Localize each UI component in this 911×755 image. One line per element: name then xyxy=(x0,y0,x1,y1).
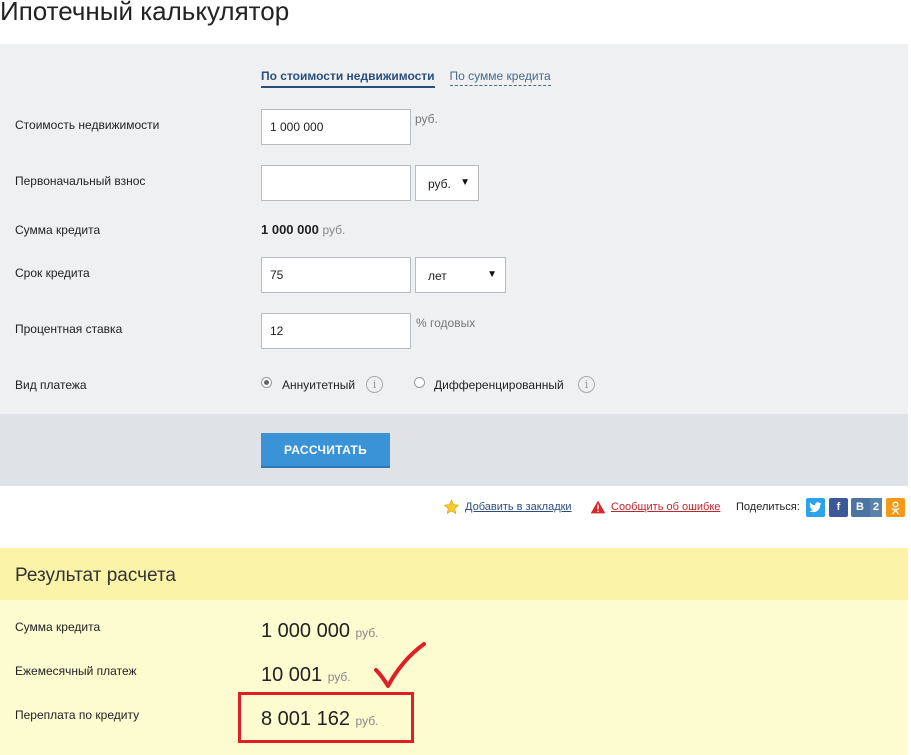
vk-icon[interactable]: B2 xyxy=(851,498,882,517)
property-cost-input[interactable] xyxy=(261,109,411,145)
down-payment-unit-value: руб. xyxy=(428,177,451,191)
loan-term-label: Срок кредита xyxy=(15,266,90,280)
annotation-highlight-box xyxy=(238,692,414,743)
loan-sum-label: Сумма кредита xyxy=(15,223,101,237)
loan-sum-display: 1 000 000 руб. xyxy=(261,222,345,237)
result-title: Результат расчета xyxy=(15,565,176,586)
calculator-panel xyxy=(0,44,908,414)
info-icon[interactable]: i xyxy=(366,376,383,393)
report-error-link[interactable]: Сообщить об ошибке xyxy=(611,501,720,513)
result-monthly-payment-label: Ежемесячный платеж xyxy=(15,664,137,678)
result-monthly-payment: 10 001 руб. xyxy=(261,664,351,687)
result-monthly-payment-value: 10 001 xyxy=(261,664,323,686)
dropdown-arrow-icon: ▼ xyxy=(460,177,470,188)
interest-rate-unit: % годовых xyxy=(416,316,476,330)
tab-by-loan-sum[interactable]: По сумме кредита xyxy=(449,69,551,86)
vk-share-count: 2 xyxy=(870,498,882,517)
result-loan-sum-value: 1 000 000 xyxy=(261,620,350,642)
add-bookmark-link[interactable]: Добавить в закладки xyxy=(465,501,572,513)
facebook-icon[interactable]: f xyxy=(829,498,848,517)
info-icon[interactable]: i xyxy=(578,376,595,393)
star-icon xyxy=(443,499,460,515)
interest-rate-label: Процентная ставка xyxy=(15,322,123,336)
loan-term-unit-value: лет xyxy=(428,269,447,283)
loan-sum-value: 1 000 000 xyxy=(261,222,319,237)
loan-sum-unit: руб. xyxy=(322,223,346,237)
tab-by-property-cost[interactable]: По стоимости недвижимости xyxy=(261,69,435,88)
property-cost-unit: руб. xyxy=(415,112,438,126)
loan-term-unit-select[interactable]: лет ▼ xyxy=(415,257,506,293)
page-title: Ипотечный калькулятор xyxy=(0,0,290,26)
calc-mode-tabs: По стоимости недвижимости По сумме кредит… xyxy=(261,69,551,88)
payment-type-label: Вид платежа xyxy=(15,378,87,392)
annuity-label[interactable]: Аннуитетный xyxy=(282,378,355,392)
down-payment-label: Первоначальный взнос xyxy=(15,174,146,188)
result-loan-sum-unit: руб. xyxy=(355,626,379,640)
annuity-radio[interactable] xyxy=(261,377,272,388)
dropdown-arrow-icon: ▼ xyxy=(487,269,497,280)
submit-bar xyxy=(0,414,908,486)
down-payment-unit-select[interactable]: руб. ▼ xyxy=(415,165,479,201)
checkmark-icon xyxy=(374,642,426,688)
result-monthly-payment-unit: руб. xyxy=(327,670,351,684)
twitter-icon[interactable] xyxy=(806,498,825,517)
result-loan-sum-label: Сумма кредита xyxy=(15,620,101,634)
differentiated-label[interactable]: Дифференцированный xyxy=(434,378,564,392)
share-label: Поделиться: xyxy=(736,501,800,513)
odnoklassniki-icon[interactable] xyxy=(886,498,905,517)
differentiated-radio[interactable] xyxy=(414,377,425,388)
interest-rate-input[interactable] xyxy=(261,313,411,349)
warning-icon xyxy=(590,500,606,514)
calculate-button[interactable]: РАССЧИТАТЬ xyxy=(261,433,390,468)
result-overpayment-label: Переплата по кредиту xyxy=(15,708,140,722)
property-cost-label: Стоимость недвижимости xyxy=(15,118,160,132)
loan-term-input[interactable] xyxy=(261,257,411,293)
result-loan-sum: 1 000 000 руб. xyxy=(261,620,378,643)
down-payment-input[interactable] xyxy=(261,165,411,201)
